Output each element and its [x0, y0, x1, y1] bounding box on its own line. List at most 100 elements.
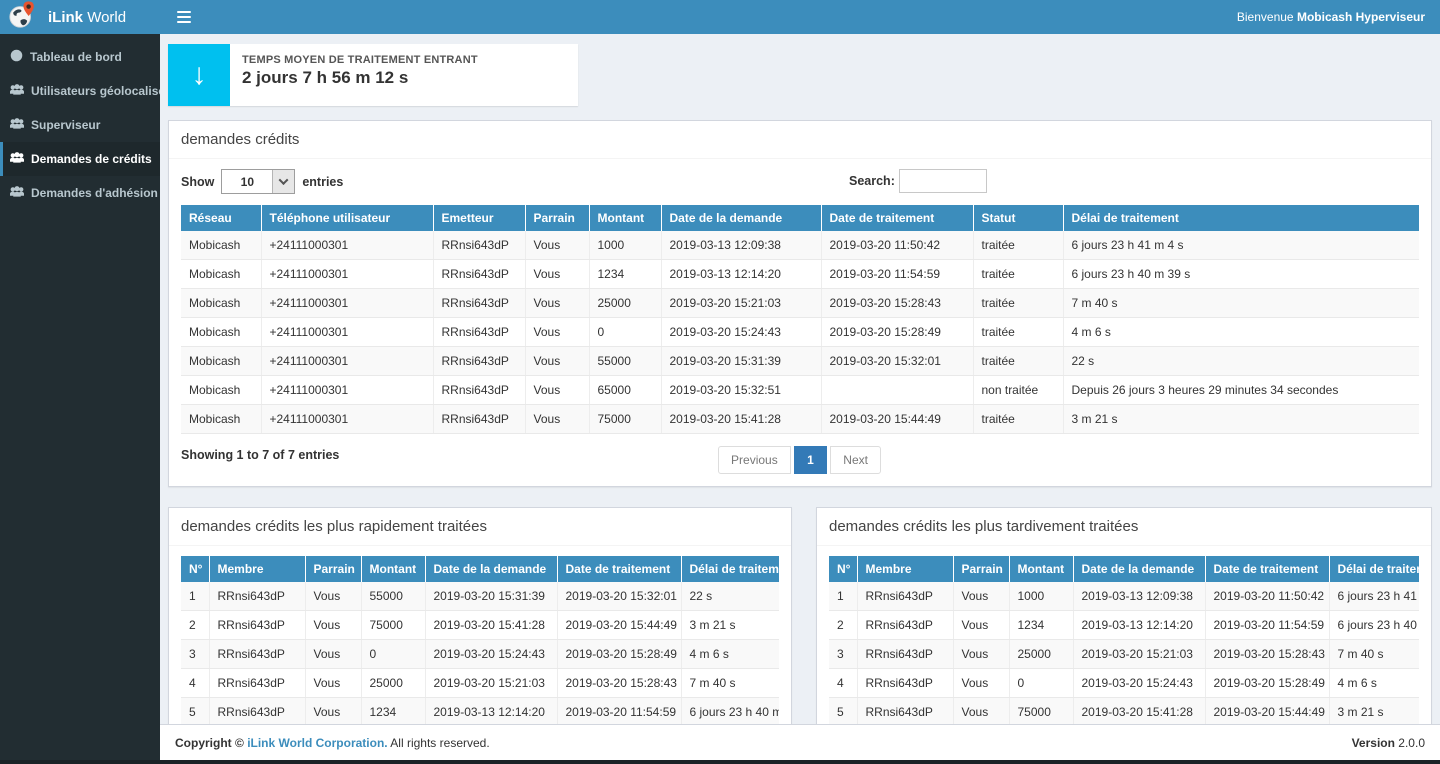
datatable-footer: Showing 1 to 7 of 7 entries Previous 1 N… — [181, 446, 1419, 476]
sidebar-item-demandes-de-credits[interactable]: Demandes de crédits — [0, 142, 160, 176]
sidebar-item-demandes-adhesion[interactable]: Demandes d'adhésion — [0, 176, 160, 210]
table-cell: 2019-03-20 15:44:49 — [557, 611, 681, 640]
table-cell: Mobicash — [181, 376, 261, 405]
column-header: N° — [829, 556, 857, 582]
column-header: Délai de traitement — [1329, 556, 1419, 582]
sidebar-item-superviseur[interactable]: Superviseur — [0, 108, 160, 142]
sidebar-toggle-icon[interactable] — [175, 7, 193, 27]
table-cell: Vous — [305, 611, 361, 640]
table-cell: +24111000301 — [261, 260, 433, 289]
table-cell: Mobicash — [181, 347, 261, 376]
datatable-controls: Show 10 entries Search: — [181, 169, 1419, 195]
table-cell: RRnsi643dP — [857, 611, 953, 640]
table-cell: 2019-03-20 15:32:01 — [821, 347, 973, 376]
table-cell: traitée — [973, 260, 1063, 289]
table-cell: Vous — [525, 260, 589, 289]
company-link[interactable]: iLink World Corporation. — [247, 736, 387, 750]
entries-label: entries — [302, 175, 343, 189]
search-input[interactable] — [899, 169, 987, 193]
table-cell: 25000 — [1009, 640, 1073, 669]
sidebar-item-label: Demandes de crédits — [31, 152, 152, 166]
table-cell: RRnsi643dP — [857, 640, 953, 669]
table-cell: 2019-03-20 15:28:43 — [1205, 640, 1329, 669]
page-size-value: 10 — [222, 170, 272, 193]
table-row: Mobicash+24111000301RRnsi643dPVous750002… — [181, 405, 1419, 434]
table-cell: RRnsi643dP — [209, 669, 305, 698]
table-cell: Vous — [953, 669, 1009, 698]
table-cell: 22 s — [1063, 347, 1419, 376]
table-cell: RRnsi643dP — [209, 611, 305, 640]
column-header[interactable]: Montant — [589, 205, 661, 231]
table-cell: 4 m 6 s — [1329, 669, 1419, 698]
table-cell: 3 m 21 s — [681, 611, 779, 640]
down-arrow-icon: ↓ — [168, 44, 230, 106]
table-cell: RRnsi643dP — [433, 376, 525, 405]
gauge-icon — [10, 49, 23, 65]
table-cell: 6 jours 23 h 40 m 39 s — [1063, 260, 1419, 289]
table-cell: 2019-03-13 12:14:20 — [661, 260, 821, 289]
page-size-select[interactable]: 10 — [221, 169, 295, 194]
table-cell: Vous — [525, 376, 589, 405]
table-cell: RRnsi643dP — [857, 582, 953, 611]
table-cell: Mobicash — [181, 405, 261, 434]
table-cell: 2019-03-20 11:54:59 — [1205, 611, 1329, 640]
table-cell: 4 — [829, 669, 857, 698]
table-cell: 2 — [829, 611, 857, 640]
table-cell: Depuis 26 jours 3 heures 29 minutes 34 s… — [1063, 376, 1419, 405]
table-cell: +24111000301 — [261, 405, 433, 434]
table-cell: +24111000301 — [261, 231, 433, 260]
table-cell: RRnsi643dP — [433, 318, 525, 347]
table-cell — [821, 376, 973, 405]
sidebar-item-tableau-de-bord[interactable]: Tableau de bord — [0, 40, 160, 74]
pagination-next[interactable]: Next — [830, 446, 881, 474]
table-cell: Vous — [525, 347, 589, 376]
table-cell: Mobicash — [181, 260, 261, 289]
table-cell: Mobicash — [181, 231, 261, 260]
table-cell: 2019-03-20 15:31:39 — [425, 582, 557, 611]
table-cell: 6 jours 23 h 41 m 4 s — [1063, 231, 1419, 260]
column-header[interactable]: Date de traitement — [821, 205, 973, 231]
brand-logo[interactable]: iLink World — [0, 0, 160, 34]
table-cell: 2019-03-20 15:28:43 — [557, 669, 681, 698]
table-row: 3RRnsi643dPVous02019-03-20 15:24:432019-… — [181, 640, 779, 669]
column-header[interactable]: Parrain — [525, 205, 589, 231]
table-cell: 22 s — [681, 582, 779, 611]
table-cell: Vous — [953, 582, 1009, 611]
pagination-page-1[interactable]: 1 — [794, 446, 827, 474]
fastest-processed-table: N°MembreParrainMontantDate de la demande… — [181, 556, 779, 724]
card-value: 2 jours 7 h 56 m 12 s — [242, 68, 478, 88]
table-cell: 2019-03-13 12:09:38 — [661, 231, 821, 260]
table-cell: 2019-03-20 11:50:42 — [1205, 582, 1329, 611]
panel-title: demandes crédits les plus tardivement tr… — [817, 508, 1431, 546]
search-control: Search: — [849, 169, 987, 193]
table-cell: 2019-03-20 11:54:59 — [557, 698, 681, 725]
brand-name: iLink World — [48, 9, 126, 26]
table-cell: 1 — [181, 582, 209, 611]
table-cell: 2019-03-13 12:14:20 — [425, 698, 557, 725]
column-header[interactable]: Statut — [973, 205, 1063, 231]
table-cell: 2019-03-20 15:44:49 — [1205, 698, 1329, 725]
sidebar-item-utilisateurs-geolocalises[interactable]: Utilisateurs géolocalisés — [0, 74, 160, 108]
users-icon — [10, 117, 24, 133]
table-cell: 0 — [589, 318, 661, 347]
credit-requests-panel: demandes crédits Show 10 entries Sea — [168, 120, 1432, 487]
table-cell: 2019-03-20 11:50:42 — [821, 231, 973, 260]
column-header[interactable]: Téléphone utilisateur — [261, 205, 433, 231]
table-row: 5RRnsi643dPVous750002019-03-20 15:41:282… — [829, 698, 1419, 725]
table-cell: 5 — [829, 698, 857, 725]
table-cell: 3 — [181, 640, 209, 669]
column-header: Date de traitement — [1205, 556, 1329, 582]
column-header[interactable]: Réseau — [181, 205, 261, 231]
table-cell: 75000 — [1009, 698, 1073, 725]
table-cell: 55000 — [589, 347, 661, 376]
column-header[interactable]: Emetteur — [433, 205, 525, 231]
column-header[interactable]: Date de la demande — [661, 205, 821, 231]
pagination-previous[interactable]: Previous — [718, 446, 791, 474]
table-cell: 75000 — [589, 405, 661, 434]
table-cell: Vous — [525, 405, 589, 434]
table-row: 2RRnsi643dPVous12342019-03-13 12:14:2020… — [829, 611, 1419, 640]
table-cell: RRnsi643dP — [433, 260, 525, 289]
table-cell: 55000 — [361, 582, 425, 611]
table-cell: 7 m 40 s — [1063, 289, 1419, 318]
column-header[interactable]: Délai de traitement — [1063, 205, 1419, 231]
